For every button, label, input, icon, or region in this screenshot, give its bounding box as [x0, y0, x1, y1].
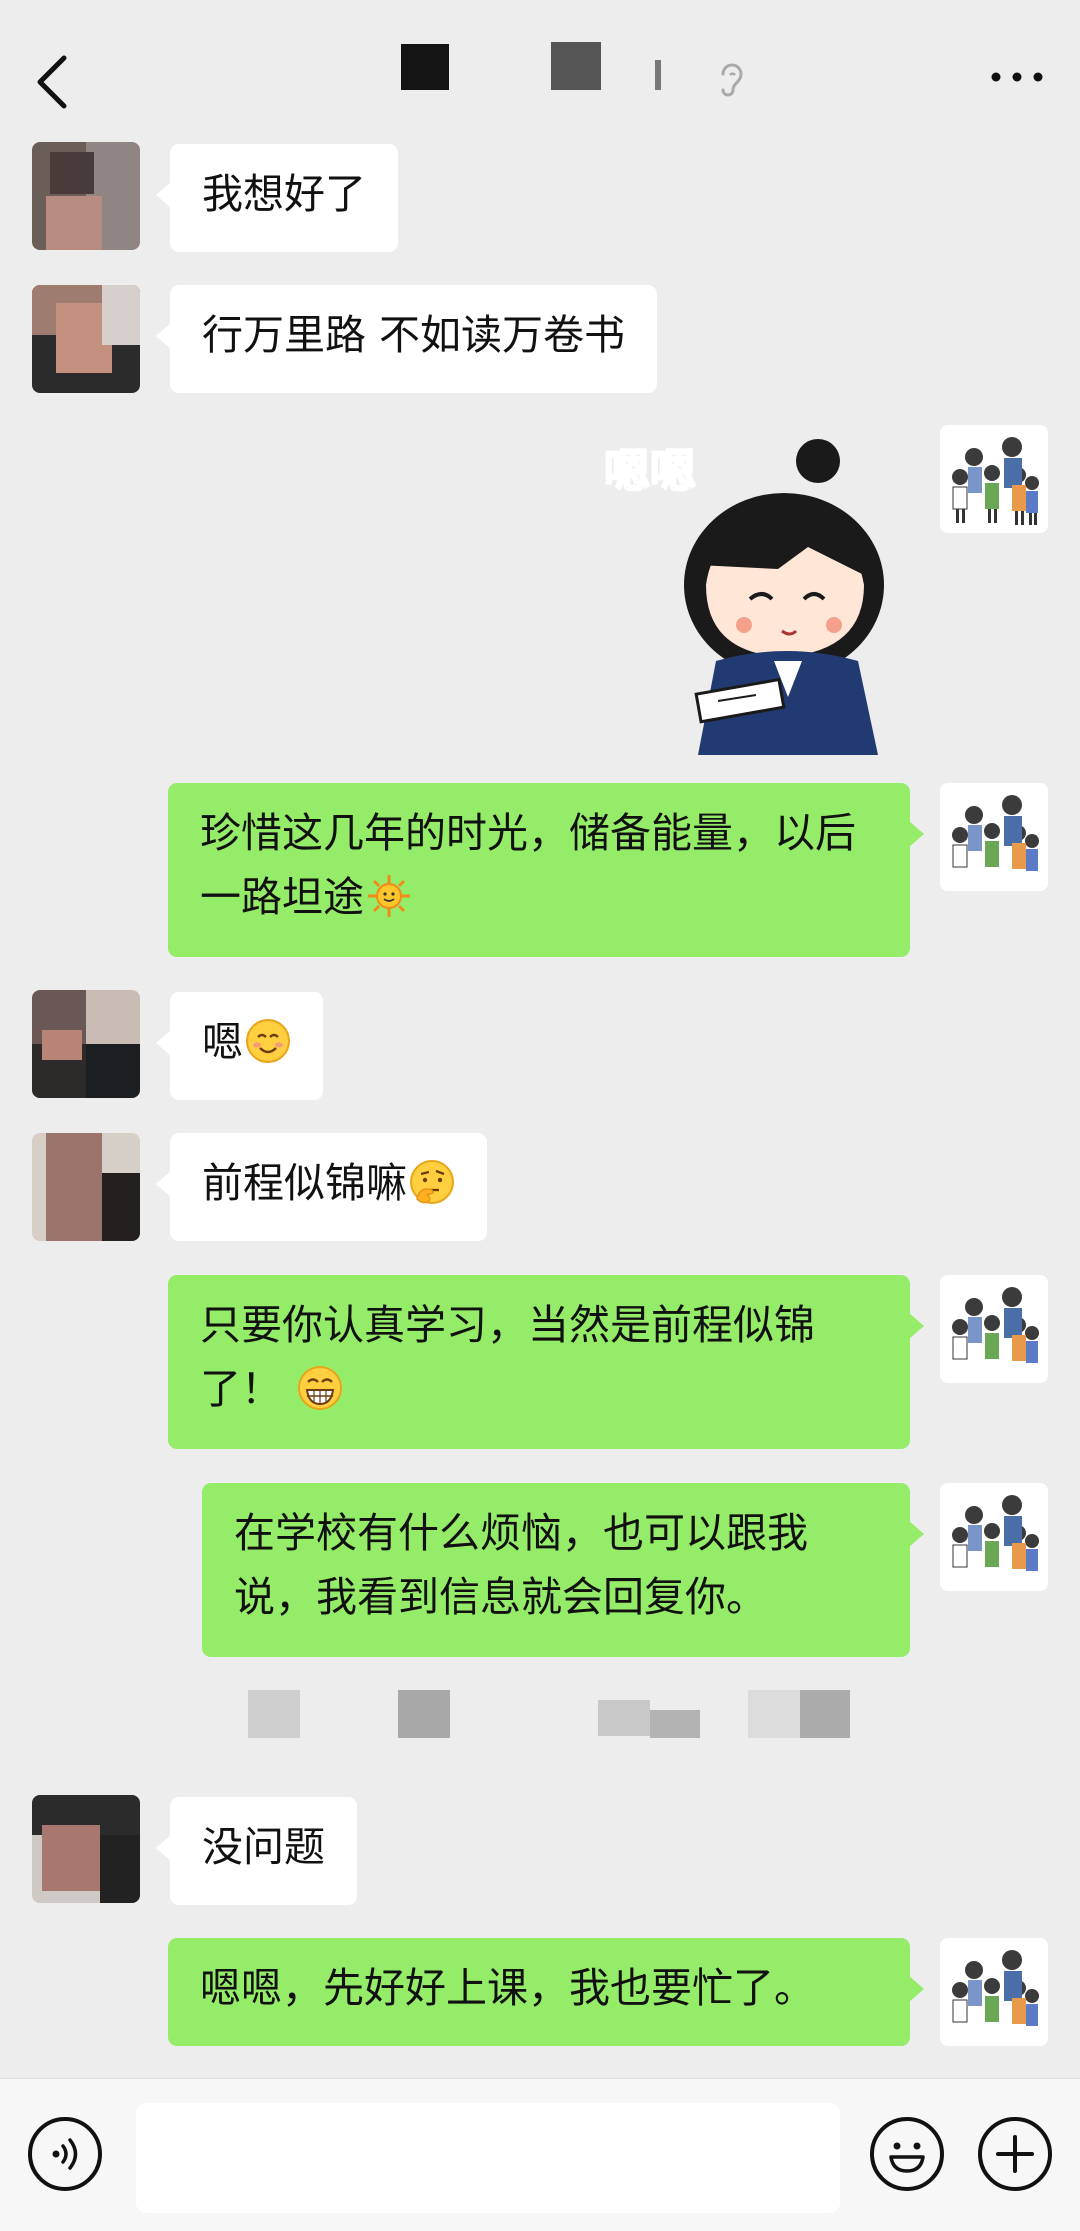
message-input[interactable] — [136, 2103, 840, 2213]
message-bubble[interactable]: 珍惜这几年的时光，储备能量，以后一路坦途 — [168, 783, 924, 957]
plus-icon[interactable] — [978, 2117, 1052, 2191]
sun-emoji-icon — [368, 875, 410, 917]
message-bubble[interactable]: 只要你认真学习，当然是前程似锦了！ — [168, 1275, 924, 1449]
avatar[interactable] — [32, 1133, 140, 1241]
message-text: 珍惜这几年的时光，储备能量，以后一路坦途 — [200, 809, 856, 921]
sticker-image[interactable]: 嗯嗯 — [598, 425, 898, 755]
chat-title-pixelated — [395, 36, 765, 108]
avatar-self[interactable] — [940, 1275, 1048, 1383]
message-text: 在学校有什么烦恼，也可以跟我说，我看到信息就会回复你。 — [234, 1509, 808, 1621]
timestamp-pixelated — [0, 1688, 1080, 1740]
message-text: 只要你认真学习，当然是前程似锦了！ — [200, 1301, 815, 1413]
avatar[interactable] — [32, 990, 140, 1098]
message-bubble[interactable]: 没问题 — [156, 1797, 357, 1905]
message-bubble[interactable]: 在学校有什么烦恼，也可以跟我说，我看到信息就会回复你。 — [202, 1483, 924, 1657]
avatar-self[interactable] — [940, 1483, 1048, 1591]
sticker-text: 嗯嗯 — [604, 444, 696, 498]
message-text: 没问题 — [202, 1823, 325, 1871]
avatar-self[interactable] — [940, 1938, 1048, 2046]
earpiece-mode-icon — [717, 58, 747, 104]
avatar-self[interactable] — [940, 425, 1048, 533]
input-bar — [0, 2078, 1080, 2231]
message-bubble[interactable]: 我想好了 — [156, 144, 398, 252]
message-bubble[interactable]: 前程似锦嘛 — [156, 1133, 487, 1241]
avatar-self[interactable] — [940, 783, 1048, 891]
message-text: 前程似锦嘛 — [202, 1159, 407, 1207]
message-text: 嗯嗯，先好好上课，我也要忙了。 — [200, 1964, 815, 2012]
smiling-face-emoji-icon — [246, 1019, 290, 1063]
message-bubble[interactable]: 行万里路 不如读万卷书 — [155, 285, 658, 393]
emoji-icon[interactable] — [870, 2117, 944, 2191]
message-text: 我想好了 — [202, 170, 366, 218]
message-bubble[interactable]: 嗯嗯，先好好上课，我也要忙了。 — [168, 1938, 924, 2046]
message-text: 嗯 — [202, 1018, 243, 1066]
avatar[interactable] — [32, 1795, 140, 1903]
grinning-face-emoji-icon — [298, 1366, 343, 1410]
more-dots-icon[interactable] — [982, 62, 1052, 92]
message-text: 行万里路 不如读万卷书 — [202, 311, 626, 359]
top-bar — [0, 0, 1080, 140]
chevron-left-icon[interactable] — [28, 52, 80, 112]
thinking-face-emoji-icon — [410, 1160, 454, 1204]
avatar[interactable] — [32, 142, 140, 250]
message-bubble[interactable]: 嗯 — [156, 992, 323, 1100]
voice-input-icon[interactable] — [28, 2117, 102, 2191]
avatar[interactable] — [32, 285, 140, 393]
